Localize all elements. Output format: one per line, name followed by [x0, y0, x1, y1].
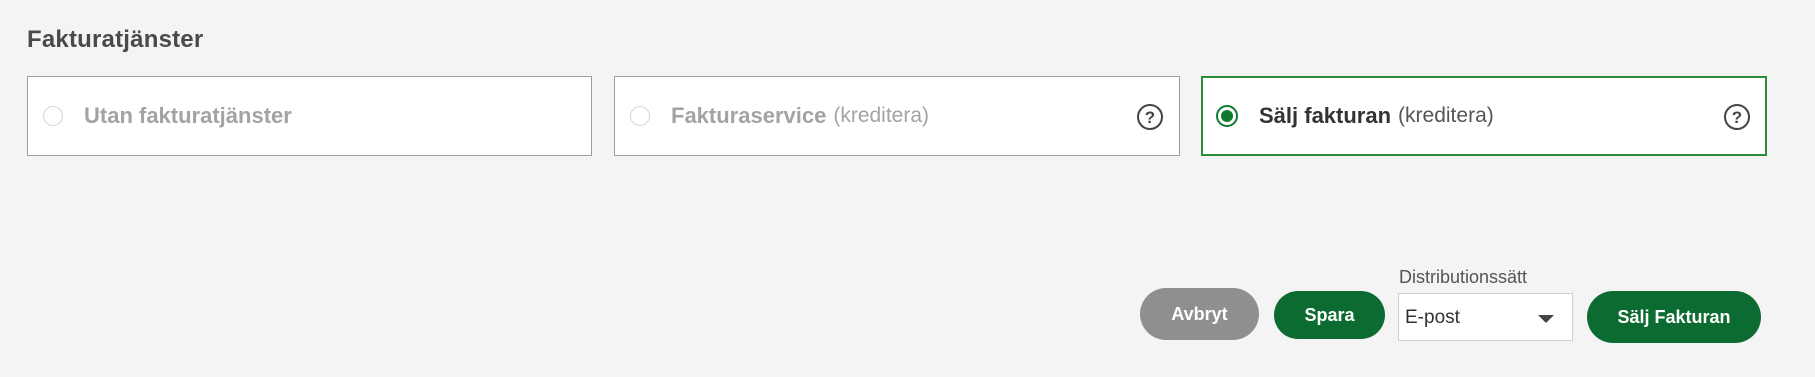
invoice-service-options: Utan fakturatjänster Fakturaservice (kre… [27, 76, 1767, 158]
option-invoice-service[interactable]: Fakturaservice (kreditera) ? [614, 76, 1180, 156]
section-title: Fakturatjänster [27, 26, 204, 53]
option-label: Sälj fakturan [1259, 103, 1392, 128]
save-button[interactable]: Spara [1274, 291, 1385, 339]
radio-button[interactable] [630, 106, 650, 126]
distribution-label: Distributionssätt [1399, 267, 1528, 287]
radio-button-selected[interactable] [1216, 105, 1238, 127]
chevron-down-icon [1538, 315, 1554, 323]
option-label: Utan fakturatjänster [84, 103, 292, 128]
radio-button[interactable] [43, 106, 63, 126]
sell-invoice-button[interactable]: Sälj Fakturan [1587, 291, 1761, 343]
question-circle-icon[interactable]: ? [1137, 104, 1163, 130]
distribution-select[interactable]: E-post [1398, 293, 1573, 341]
option-label: Fakturaservice [671, 103, 827, 128]
option-sell-invoice[interactable]: Sälj fakturan (kreditera) ? [1201, 76, 1767, 156]
cancel-button[interactable]: Avbryt [1140, 288, 1259, 340]
question-circle-icon[interactable]: ? [1724, 104, 1750, 130]
option-no-invoice-service[interactable]: Utan fakturatjänster [27, 76, 592, 156]
distribution-selected-value: E-post [1405, 307, 1460, 328]
option-sublabel: (kreditera) [833, 104, 930, 127]
option-sublabel: (kreditera) [1398, 104, 1494, 127]
